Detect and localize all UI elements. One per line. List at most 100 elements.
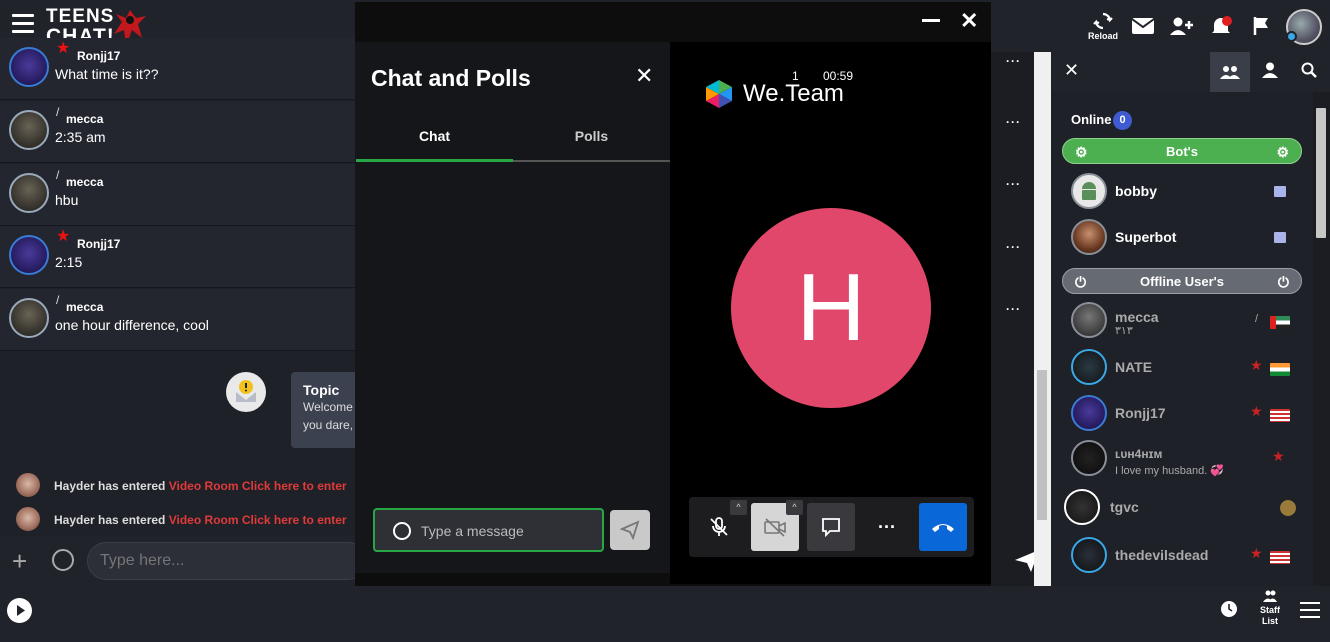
bottom-bar (0, 586, 1330, 642)
more-icon[interactable]: ··· (1006, 54, 1021, 68)
star-rank-icon: ★ (1250, 403, 1263, 419)
call-timer: 00:59 (823, 69, 854, 83)
status-badge (1286, 31, 1297, 42)
hangup-button[interactable] (919, 503, 967, 551)
close-icon[interactable]: ✕ (635, 65, 653, 87)
mail-button[interactable] (1128, 10, 1158, 42)
user-list-item[interactable]: mecca ٣١٣ / (1062, 300, 1302, 344)
video-room-link[interactable]: Video Room Click here to enter (169, 513, 347, 527)
report-button[interactable] (1247, 10, 1277, 42)
chevron-up-icon[interactable]: ^ (786, 500, 803, 515)
bots-group-header[interactable]: ⚙ Bot's ⚙ (1062, 138, 1302, 164)
notifications-button[interactable] (1206, 10, 1236, 42)
user-list-item[interactable]: NATE ★ (1062, 347, 1302, 391)
chat-message: ★ Ronjj17 2:15 (0, 226, 356, 288)
bot-badge-icon (1274, 232, 1286, 243)
notification-icon (1212, 16, 1232, 33)
user-list-item[interactable]: thedevilsdead ★ (1062, 535, 1302, 579)
flag-usa-icon (1270, 551, 1290, 564)
clock-icon[interactable] (1221, 601, 1237, 617)
avatar[interactable] (16, 507, 40, 531)
user-list-item[interactable]: bobby (1062, 171, 1302, 215)
user-list-item[interactable]: ʟᴜн4ʜɪᴍ I love my husband. 💞 ★ (1062, 438, 1302, 482)
chat-message: / mecca 2:35 am (0, 101, 356, 163)
robot-icon: ⚙ (1276, 144, 1289, 160)
avatar[interactable] (16, 473, 40, 497)
avatar (1071, 302, 1107, 338)
staff-list-button[interactable]: Staff List (1256, 590, 1284, 627)
add-friend-icon (1170, 17, 1193, 35)
panel-title: Chat and Polls (371, 65, 531, 91)
main-chat-input[interactable] (87, 542, 367, 580)
avatar[interactable] (9, 298, 49, 338)
participant-count: 1 (792, 69, 799, 83)
tab-chat[interactable]: Chat (356, 128, 513, 144)
chat-log: ★ Ronjj17 What time is it?? / mecca 2:35… (0, 38, 356, 536)
user-list-item[interactable]: tgvc (1058, 487, 1298, 531)
chevron-up-icon[interactable]: ^ (730, 500, 747, 515)
tab-search[interactable] (1301, 62, 1317, 83)
more-icon[interactable]: ··· (1006, 302, 1021, 316)
star-rank-icon: ★ (1272, 448, 1285, 464)
play-button[interactable] (7, 598, 32, 623)
chat-message: / mecca one hour difference, cool (0, 289, 356, 351)
offline-group-header[interactable]: ⏻ Offline User's ⏻ (1062, 268, 1302, 294)
more-options-button[interactable]: ··· (863, 503, 911, 551)
user-icon (1262, 62, 1278, 78)
send-button[interactable] (610, 510, 650, 550)
more-icon[interactable]: ··· (1006, 240, 1021, 254)
user-list-header (1051, 52, 1330, 92)
chat-toggle-button[interactable] (807, 503, 855, 551)
close-icon[interactable]: ✕ (960, 10, 978, 32)
plus-icon[interactable]: + (12, 548, 27, 574)
minimize-icon[interactable] (922, 19, 940, 22)
avatar[interactable] (9, 235, 49, 275)
reload-icon (1093, 12, 1113, 29)
menu-icon[interactable] (12, 14, 34, 34)
power-icon: ⏻ (1075, 274, 1087, 290)
weteam-logo-icon (706, 80, 732, 108)
avatar[interactable] (9, 110, 49, 150)
avatar (1071, 219, 1107, 255)
android-icon (1071, 173, 1107, 209)
robot-icon: ⚙ (1075, 144, 1088, 160)
panel-message-input[interactable]: Type a message (373, 508, 604, 552)
star-rank-icon: ★ (1250, 545, 1263, 561)
mic-off-icon (710, 517, 728, 536)
flag-india-icon (1270, 363, 1290, 376)
user-list-item[interactable]: Superbot (1062, 217, 1302, 261)
active-tab-indicator (356, 159, 513, 162)
more-icon[interactable]: ··· (1006, 177, 1021, 191)
search-icon (1301, 62, 1317, 78)
chat-message: ★ Ronjj17 What time is it?? (0, 38, 356, 100)
menu-icon[interactable] (1300, 602, 1320, 618)
send-icon (619, 520, 640, 541)
close-icon[interactable]: ✕ (1064, 61, 1079, 79)
reload-button[interactable]: Reload (1088, 10, 1118, 42)
scrollbar-thumb[interactable] (1316, 108, 1326, 238)
staff-icon (1263, 590, 1277, 602)
flag-uae-icon (1270, 316, 1290, 329)
tab-users[interactable] (1210, 52, 1250, 92)
user-list-item[interactable]: Ronjj17 ★ (1062, 393, 1302, 437)
star-rank-icon: ★ (56, 40, 71, 57)
emoji-icon[interactable] (52, 549, 74, 571)
online-label: Online (1071, 112, 1112, 127)
avatar (1071, 349, 1107, 385)
power-icon: ⏻ (1277, 274, 1289, 290)
video-room-link[interactable]: Video Room Click here to enter (169, 479, 347, 493)
bot-badge-icon (1274, 186, 1286, 197)
avatar[interactable] (9, 173, 49, 213)
add-friend-button[interactable] (1167, 10, 1197, 42)
avatar[interactable] (9, 47, 49, 87)
tab-polls[interactable]: Polls (513, 128, 670, 144)
more-icon[interactable]: ··· (1006, 115, 1021, 129)
flag-icon (1253, 17, 1268, 35)
scrollbar-thumb[interactable] (1037, 370, 1047, 520)
avatar (1064, 489, 1100, 525)
emoji-icon[interactable] (393, 522, 411, 540)
tab-profile[interactable] (1262, 62, 1278, 83)
flag-usa-icon (1270, 409, 1290, 422)
play-icon (17, 605, 25, 616)
system-message: Hayder has entered Video Room Click here… (16, 473, 356, 499)
